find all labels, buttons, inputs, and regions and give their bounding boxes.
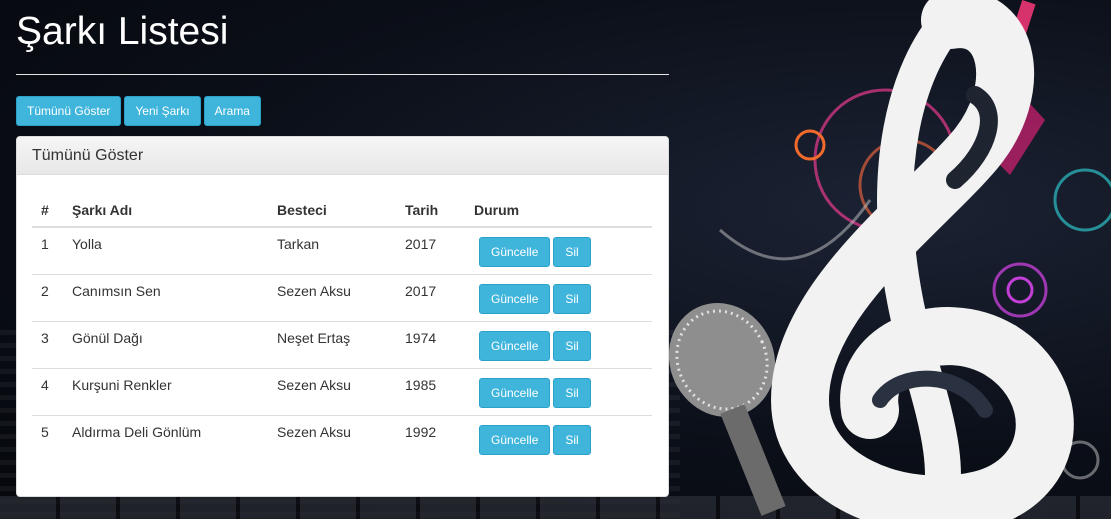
cell-date: 2017 xyxy=(396,273,465,321)
title-divider xyxy=(16,74,669,75)
search-button[interactable]: Arama xyxy=(203,96,261,126)
table-row: 4 Kurşuni Renkler Sezen Aksu 1985 Güncelle Si… xyxy=(32,367,652,415)
column-header-number: # xyxy=(32,193,63,228)
column-header-composer: Besteci xyxy=(268,193,396,228)
delete-button[interactable]: Sil xyxy=(553,330,591,361)
cell-composer: Sezen Aksu xyxy=(268,273,396,321)
cell-number: 2 xyxy=(32,273,63,321)
electric-guitar-icon xyxy=(965,0,1045,175)
cell-song-name: Yolla xyxy=(72,236,102,252)
delete-button[interactable]: Sil xyxy=(553,237,591,267)
delete-button[interactable]: Sil xyxy=(553,283,591,314)
cell-number: 5 xyxy=(32,414,63,462)
table-row: 3 Gönül Dağı Neşet Ertaş 1974 Güncelle Sil xyxy=(32,320,652,368)
background-floor xyxy=(0,496,1111,519)
update-button[interactable]: Güncelle xyxy=(479,424,551,455)
cell-composer: Tarkan xyxy=(277,236,320,252)
cell-date: 1974 xyxy=(396,320,465,368)
table-header-row: # Şarkı Adı Besteci Tarih Durum xyxy=(32,193,652,228)
cell-song-name: Gönül Dağı xyxy=(63,320,268,368)
cell-number: 3 xyxy=(32,320,63,368)
cell-actions: Güncelle Sil xyxy=(465,367,652,415)
cell-composer: Sezen Aksu xyxy=(268,414,396,462)
cell-number: 1 xyxy=(41,236,49,252)
cell-song-name: Kurşuni Renkler xyxy=(63,367,268,415)
delete-button[interactable]: Sil xyxy=(553,424,591,455)
update-button[interactable]: Güncelle xyxy=(479,283,551,314)
column-header-song-name: Şarkı Adı xyxy=(63,193,268,228)
new-song-button[interactable]: Yeni Şarkı xyxy=(124,96,201,126)
update-button[interactable]: Güncelle xyxy=(479,330,551,361)
cell-actions: Güncelle Sil xyxy=(465,227,652,274)
top-nav: Tümünü Göster Yeni Şarkı Arama xyxy=(16,96,261,126)
table-row: 5 Aldırma Deli Gönlüm Sezen Aksu 1992 Güncel… xyxy=(32,414,652,462)
microphone-icon xyxy=(668,303,786,516)
page-title: Şarkı Listesi xyxy=(16,10,229,53)
songs-table: # Şarkı Adı Besteci Tarih Durum 1 Yolla Ta… xyxy=(32,193,652,462)
neon-swirl-icon xyxy=(719,88,1111,480)
cell-date: 2017 xyxy=(405,236,437,252)
cell-date: 1985 xyxy=(396,367,465,415)
table-row: 2 Canımsın Sen Sezen Aksu 2017 Güncelle Sil xyxy=(32,273,652,321)
delete-button[interactable]: Sil xyxy=(553,377,591,408)
update-button[interactable]: Güncelle xyxy=(479,377,551,408)
column-header-status: Durum xyxy=(465,193,652,228)
cell-composer: Neşet Ertaş xyxy=(268,320,396,368)
column-header-date: Tarih xyxy=(396,193,465,228)
cell-number: 4 xyxy=(32,367,63,415)
cell-composer: Sezen Aksu xyxy=(268,367,396,415)
cell-date: 1992 xyxy=(396,414,465,462)
cell-actions: Güncelle Sil xyxy=(465,320,652,368)
cell-actions: Güncelle Sil xyxy=(465,273,652,321)
update-button[interactable]: Güncelle xyxy=(479,237,551,267)
treble-clef-icon xyxy=(770,0,1074,519)
table-row: 1 Yolla Tarkan 2017 Güncelle Sil xyxy=(32,227,652,274)
cell-song-name: Canımsın Sen xyxy=(63,273,268,321)
show-all-button[interactable]: Tümünü Göster xyxy=(16,96,122,126)
cell-actions: Güncelle Sil xyxy=(465,414,652,462)
songs-panel: Tümünü Göster # Şarkı Adı Besteci Tarih … xyxy=(16,136,669,497)
cell-song-name: Aldırma Deli Gönlüm xyxy=(63,414,268,462)
panel-title: Tümünü Göster xyxy=(17,137,668,175)
